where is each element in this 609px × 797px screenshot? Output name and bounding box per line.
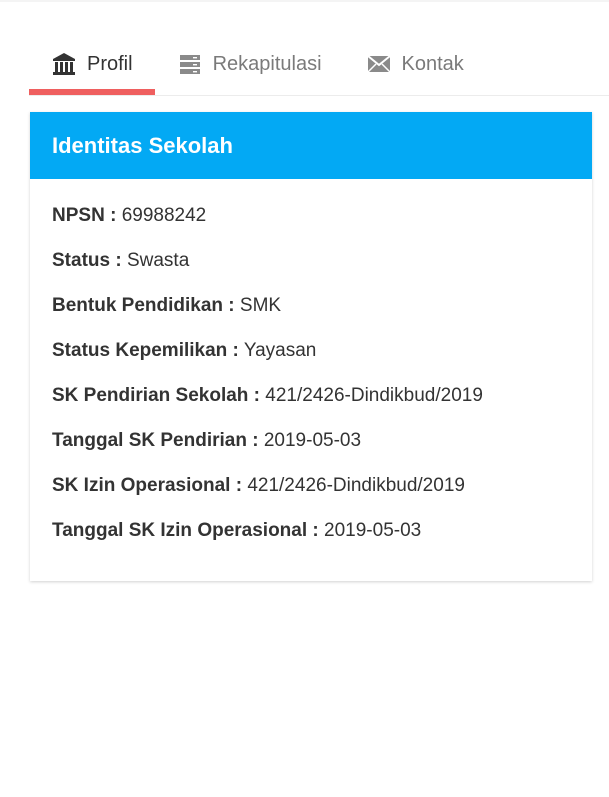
- field-value: SMK: [239, 295, 282, 316]
- field-label: Tanggal SK Izin Operasional :: [52, 520, 319, 541]
- server-icon: [177, 51, 203, 77]
- bank-icon: [51, 51, 77, 77]
- field-value: 2019-05-03: [263, 430, 362, 451]
- field-value: 69988242: [121, 205, 207, 226]
- field-label: Bentuk Pendidikan :: [52, 295, 235, 316]
- field-bentuk-pendidikan: Bentuk Pendidikan : SMK: [52, 293, 570, 338]
- field-tanggal-sk-pendirian: Tanggal SK Pendirian : 2019-05-03: [52, 428, 570, 473]
- field-list: NPSN : 69988242 Status : Swasta Bentuk P…: [30, 179, 592, 563]
- field-sk-pendirian: SK Pendirian Sekolah : 421/2426-Dindikbu…: [52, 383, 570, 428]
- field-value: 421/2426-Dindikbud/2019: [247, 475, 465, 496]
- envelope-icon: [366, 51, 392, 77]
- tab-label: Profil: [87, 53, 133, 75]
- field-label: SK Izin Operasional :: [52, 475, 243, 496]
- tab-label: Rekapitulasi: [212, 53, 322, 75]
- field-value: Yayasan: [243, 340, 317, 361]
- tab-profil[interactable]: Profil: [29, 36, 155, 95]
- field-npsn: NPSN : 69988242: [52, 203, 570, 248]
- field-status-kepemilikan: Status Kepemilikan : Yayasan: [52, 338, 570, 383]
- field-value: Swasta: [126, 250, 190, 271]
- card-title: Identitas Sekolah: [52, 132, 233, 158]
- field-label: Tanggal SK Pendirian :: [52, 430, 259, 451]
- field-status: Status : Swasta: [52, 248, 570, 293]
- tab-bar: Profil Rekapitulasi Kontak: [29, 36, 609, 96]
- tab-label: Kontak: [401, 53, 464, 75]
- field-label: NPSN :: [52, 205, 117, 226]
- school-identity-card: Identitas Sekolah NPSN : 69988242 Status…: [30, 112, 592, 581]
- tab-rekapitulasi[interactable]: Rekapitulasi: [155, 36, 344, 92]
- card-header: Identitas Sekolah: [30, 112, 592, 179]
- field-label: SK Pendirian Sekolah :: [52, 385, 260, 406]
- field-label: Status :: [52, 250, 122, 271]
- field-value: 421/2426-Dindikbud/2019: [265, 385, 483, 406]
- field-sk-izin-operasional: SK Izin Operasional : 421/2426-Dindikbud…: [52, 473, 570, 518]
- tab-kontak[interactable]: Kontak: [344, 36, 486, 92]
- field-label: Status Kepemilikan :: [52, 340, 239, 361]
- field-value: 2019-05-03: [324, 520, 422, 541]
- top-border: [0, 0, 609, 2]
- field-tanggal-sk-izin-operasional: Tanggal SK Izin Operasional : 2019-05-03: [52, 518, 570, 563]
